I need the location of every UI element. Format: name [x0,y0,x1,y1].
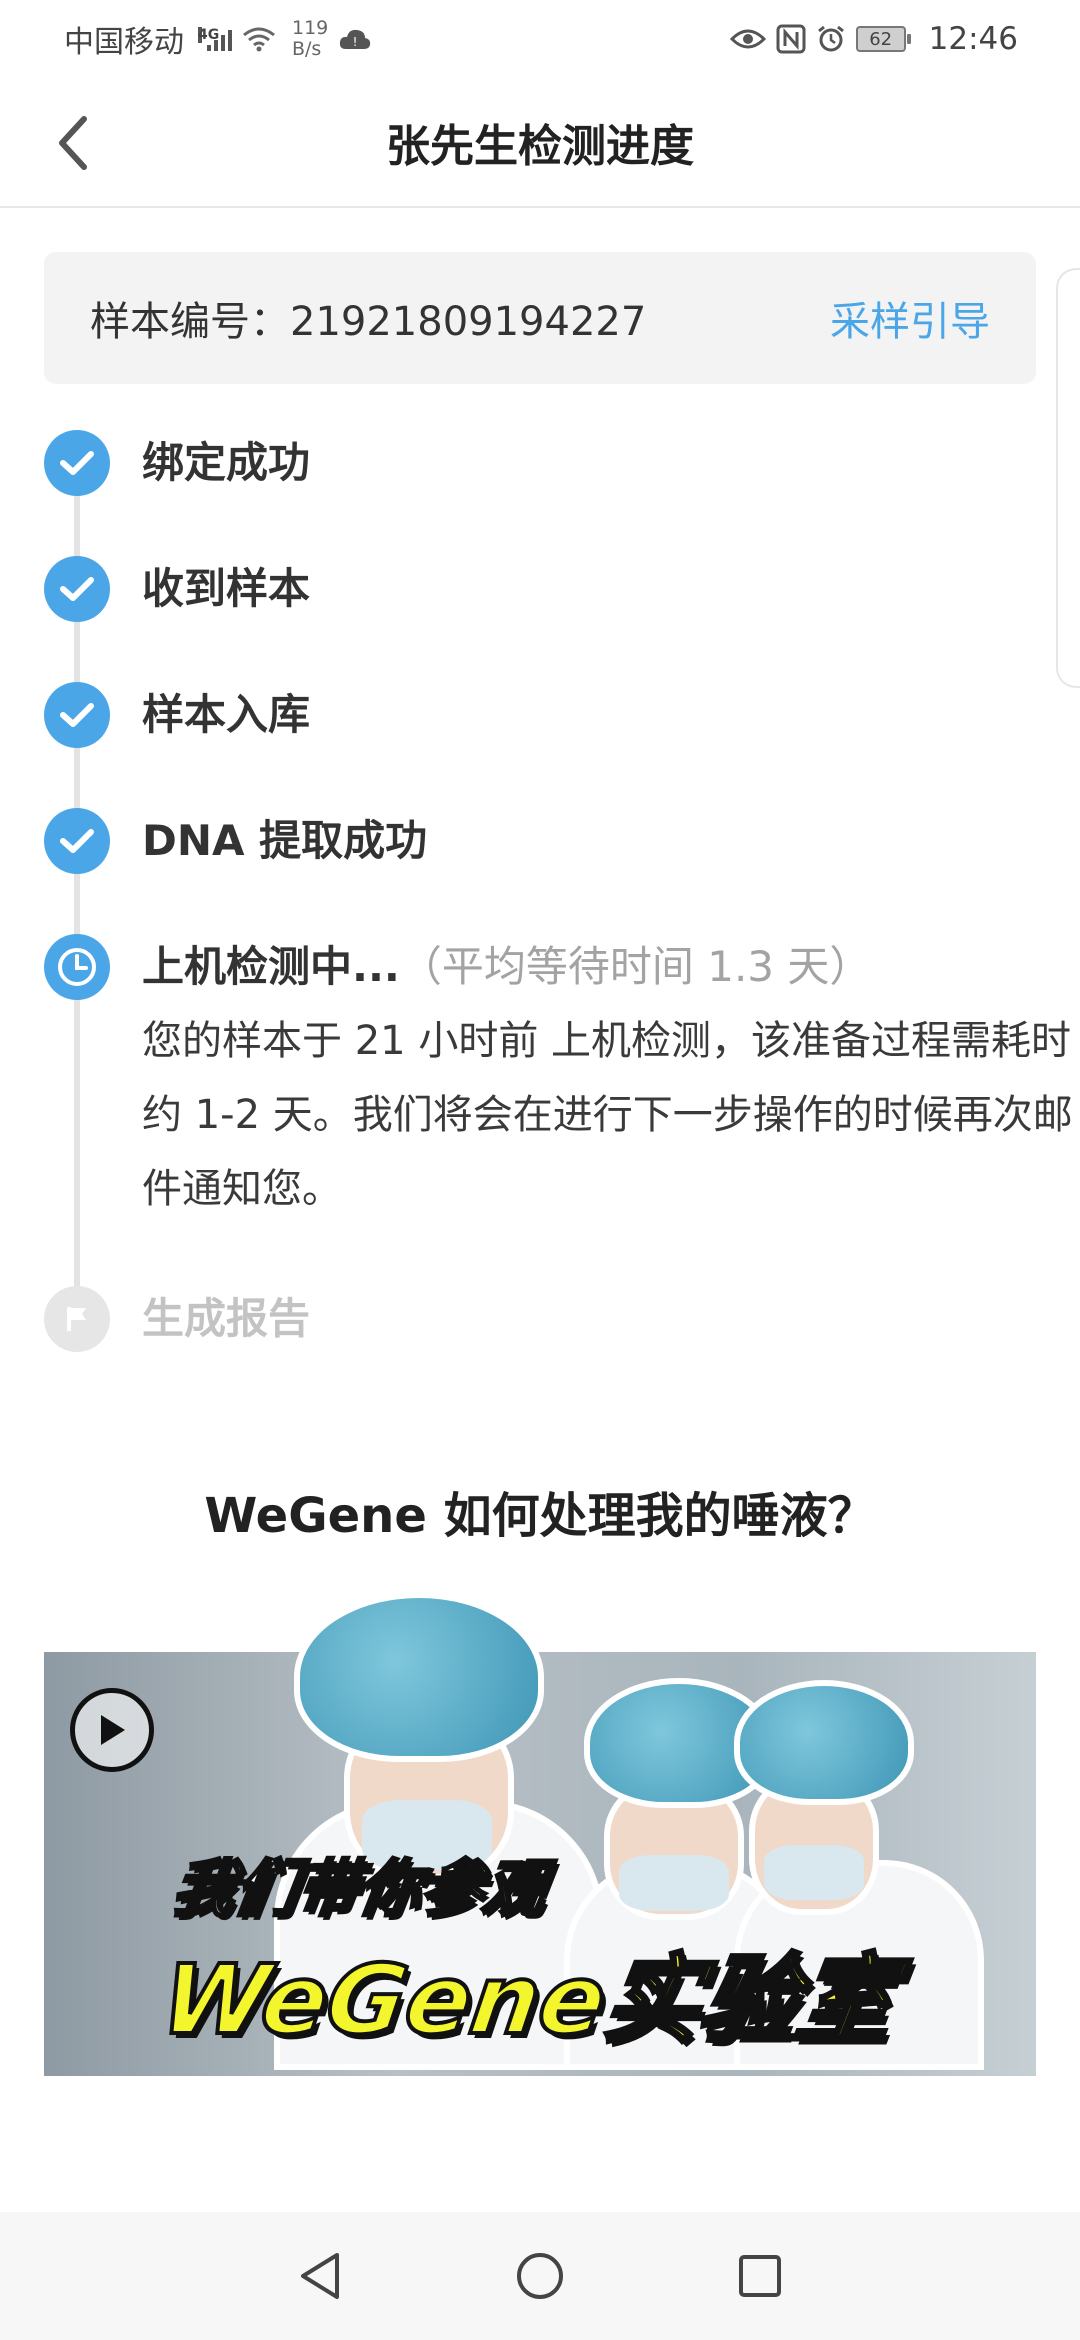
carrier-name: 中国移动 [64,25,184,60]
nav-home-icon [517,2253,563,2299]
cloud-icon: ! [340,29,371,49]
clock-icon [44,934,110,1000]
section-title: WeGene 如何处理我的唾液？ [204,1488,876,1544]
network-speed-unit: B/s [292,38,322,60]
side-panel-edge [1056,268,1080,688]
nfc-icon [776,24,806,54]
nav-recents-button[interactable] [730,2246,790,2306]
page-title: 张先生检测进度 [386,121,694,172]
nav-back-button[interactable] [290,2246,350,2306]
sample-number: 样本编号：21921809194227 [90,299,647,345]
network-type: 4G [198,27,220,43]
nav-back-icon [301,2253,339,2299]
video-caption-line2: WeGene实验室 [153,1942,903,2058]
app-header: 张先生检测进度 [0,78,1080,208]
alarm-icon [817,25,844,52]
system-nav-bar [0,2212,1080,2340]
progress-timeline: 绑定成功 收到样本 样本入库 DNA 提取成功 上机检测中...（平均等待时间 … [44,420,1073,1360]
check-icon [44,430,110,496]
step-label: 样本入库 [142,690,311,739]
status-bar: 中国移动 4G 119 B/s ! 62 12:46 [0,0,1080,78]
step-label: 收到样本 [142,564,311,613]
nav-recents-icon [739,2255,781,2297]
wifi-icon [243,27,275,52]
battery-level: 62 [855,26,906,52]
play-button[interactable] [70,1688,154,1772]
network-speed-value: 119 [292,17,329,39]
sampling-guide-link[interactable]: 采样引导 [830,289,990,347]
nav-home-button[interactable] [510,2246,570,2306]
svg-text:!: ! [353,35,358,49]
sample-card: 样本编号：21921809194227 采样引导 [44,252,1036,384]
step-title: 上机检测中... [142,942,400,991]
eye-icon [729,29,766,49]
network-speed: 119 B/s [292,18,328,60]
flag-icon [44,1286,110,1352]
video-caption-line1: 我们带你参观 [167,1851,552,1927]
back-button[interactable] [38,108,108,178]
step-label: 绑定成功 [142,438,311,487]
step-label: 上机检测中...（平均等待时间 1.3 天） [142,938,871,996]
play-icon [101,1715,125,1745]
status-right: 62 12:46 [729,21,1018,57]
check-icon [44,556,110,622]
check-icon [44,808,110,874]
status-time: 12:46 [928,21,1018,57]
average-wait-note: （平均等待时间 1.3 天） [399,942,872,991]
cellular-signal-icon: 4G [198,27,232,51]
step-label: 生成报告 [142,1294,311,1343]
back-icon [59,116,87,170]
check-icon [44,682,110,748]
battery-icon: 62 [855,26,911,52]
step-label: DNA 提取成功 [142,816,428,865]
step-description: 您的样本于 21 小时前 上机检测，该准备过程需耗时约 1-2 天。我们将会在进… [142,1018,1073,1212]
status-left: 中国移动 4G 119 B/s ! [64,17,372,61]
lab-video-card[interactable]: 我们带你参观 WeGene实验室 [44,1560,1036,2076]
